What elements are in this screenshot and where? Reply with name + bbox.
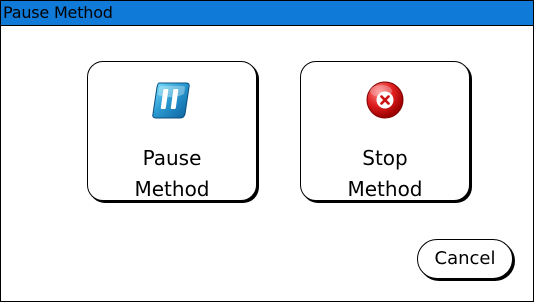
stop-method-label-line-1: Stop xyxy=(362,146,408,170)
pause-method-dialog: Pause Method Pause Method Stop Method Ca… xyxy=(0,0,534,302)
stop-method-label-line-2: Method xyxy=(347,177,423,201)
stop-method-button[interactable]: Stop Method xyxy=(300,61,470,201)
title-bar: Pause Method xyxy=(1,1,533,26)
pause-method-label-line-1: Pause xyxy=(142,146,202,170)
stop-icon xyxy=(366,81,404,119)
cancel-button[interactable]: Cancel xyxy=(417,239,513,279)
pause-method-button[interactable]: Pause Method xyxy=(87,61,257,201)
dialog-title: Pause Method xyxy=(3,3,113,22)
pause-method-label-line-2: Method xyxy=(134,177,210,201)
pause-icon xyxy=(152,82,190,119)
